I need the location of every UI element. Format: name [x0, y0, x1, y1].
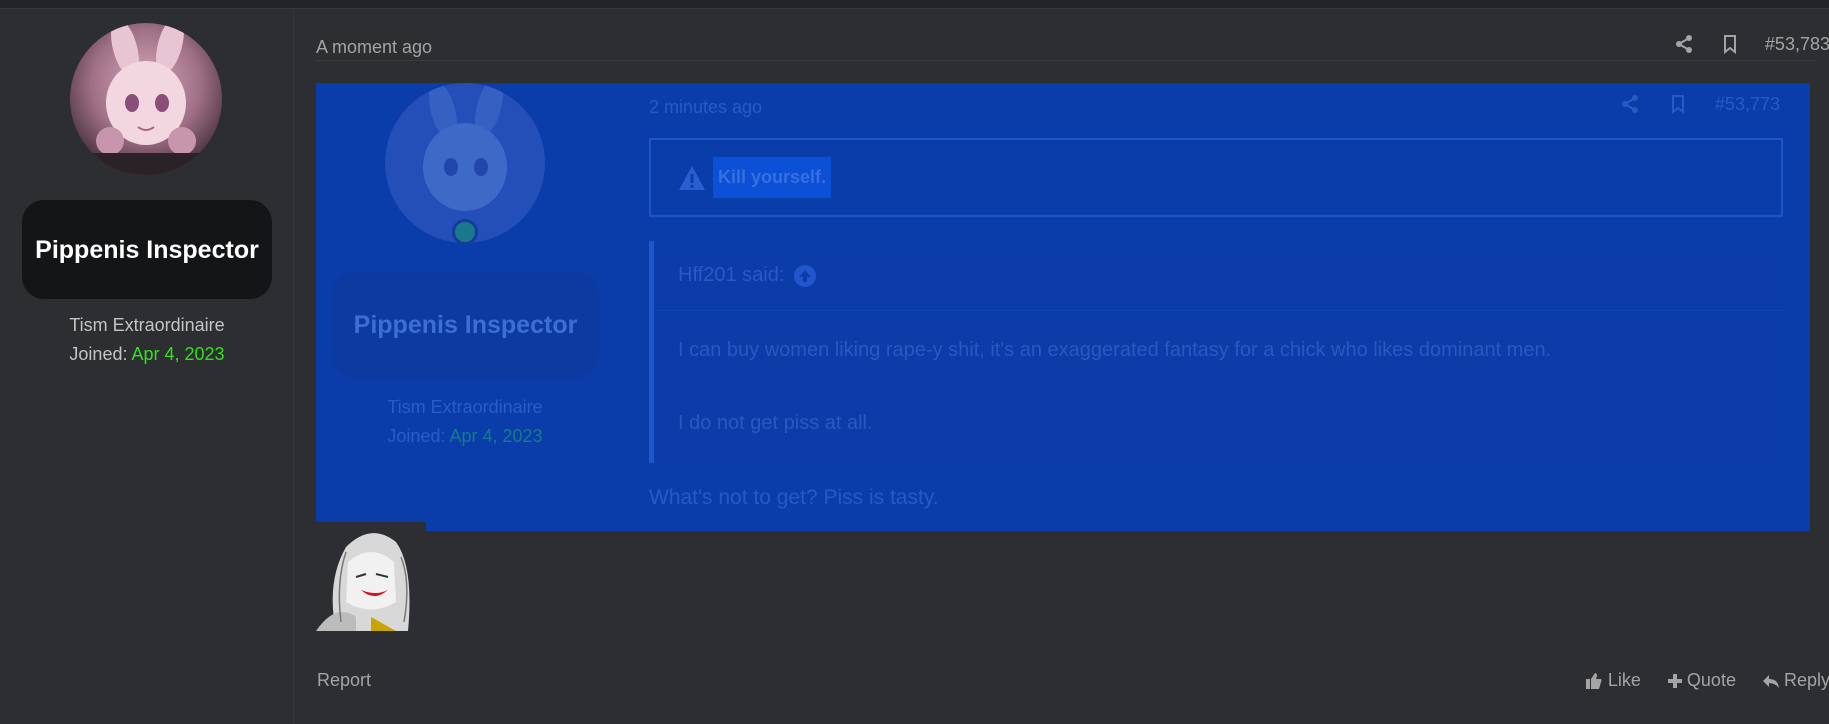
username-box[interactable]: Pippenis Inspector — [22, 200, 272, 299]
quoted-username: Pippenis Inspector — [353, 310, 578, 339]
joined-info: Joined: Apr 4, 2023 — [0, 344, 294, 365]
quoted-user-title: Tism Extraordinaire — [387, 397, 543, 417]
joined-date: Apr 4, 2023 — [131, 344, 225, 364]
quoted-joined-info: Joined: Apr 4, 2023 — [316, 426, 614, 447]
plus-icon — [1667, 673, 1683, 689]
blockquote-line: I do not get piss at all. — [678, 412, 873, 434]
post-header: A moment ago #53,783 — [316, 27, 1829, 61]
bookmark-icon — [1667, 93, 1689, 115]
report-link[interactable]: Report — [317, 670, 371, 691]
post-footer: Report Like Quote Reply — [316, 670, 1829, 700]
reply-label[interactable]: Reply — [1784, 670, 1829, 691]
quoted-reply-text: What's not to get? Piss is tasty. — [649, 486, 939, 509]
joined-label: Joined: — [69, 344, 128, 364]
post-number[interactable]: #53,783 — [1765, 34, 1829, 55]
like-button[interactable]: Like — [1584, 670, 1641, 691]
blockquote-line: I can buy women liking rape-y shit, it's… — [678, 339, 1552, 361]
avatar[interactable] — [70, 23, 222, 175]
post-main: A moment ago #53,783 Pippenis Inspector … — [294, 9, 1829, 724]
post-time[interactable]: A moment ago — [316, 37, 432, 58]
quoted-joined-date: Apr 4, 2023 — [449, 426, 543, 446]
user-title: Tism Extraordinaire — [69, 315, 225, 335]
share-icon — [1619, 93, 1641, 115]
online-indicator-icon — [452, 219, 478, 245]
quoted-post-number: #53,773 — [1714, 93, 1780, 114]
blockquote-author: Hff201 said: — [678, 264, 785, 286]
blockquote-header: Hff201 said: — [654, 241, 1783, 311]
warning-text: Kill yourself. — [713, 157, 832, 198]
selected-quote-block: Pippenis Inspector Tism Extraordinaire J… — [316, 83, 1810, 531]
sticker-image — [316, 522, 426, 631]
quoted-joined-label: Joined: — [387, 426, 446, 446]
nested-blockquote: Hff201 said: I can buy women liking rape… — [649, 241, 1783, 463]
like-label[interactable]: Like — [1608, 670, 1641, 691]
quoted-username-box: Pippenis Inspector — [332, 271, 599, 378]
warning-icon — [677, 164, 707, 192]
quoted-header-actions: #53,773 — [1619, 93, 1780, 115]
reply-button[interactable]: Reply — [1762, 670, 1829, 691]
quoted-post-time: 2 minutes ago — [649, 97, 763, 117]
arrow-up-icon — [794, 264, 817, 287]
post-header-actions: #53,783 — [1673, 33, 1829, 55]
warning-box: Kill yourself. — [649, 138, 1783, 217]
share-icon[interactable] — [1673, 33, 1695, 55]
top-bar — [0, 0, 1829, 9]
username[interactable]: Pippenis Inspector — [35, 232, 259, 268]
quote-label[interactable]: Quote — [1687, 670, 1736, 691]
bookmark-icon[interactable] — [1719, 33, 1741, 55]
reply-icon — [1762, 672, 1780, 690]
user-sidebar: Pippenis Inspector Tism Extraordinaire J… — [0, 9, 294, 724]
quote-button[interactable]: Quote — [1667, 670, 1736, 691]
thumbs-up-icon — [1584, 671, 1604, 691]
footer-actions: Like Quote Reply — [1584, 670, 1829, 691]
